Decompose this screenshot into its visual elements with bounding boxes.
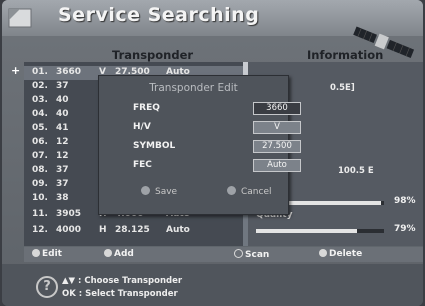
help-text-select: OK : Select Transponder [62,289,178,299]
quality-value: 79% [394,224,416,234]
row-number: 10. [32,193,48,203]
row-frequency: 37 [56,179,69,189]
row-number: 09. [32,179,48,189]
delete-key[interactable]: Delete [319,249,362,259]
hv-label: H/V [133,122,151,132]
quality-bar [256,229,384,233]
row-number: 01. [32,67,48,77]
cancel-key-icon [227,186,236,195]
scan-key-label: Scan [245,250,270,260]
function-key-legend: Edit Add Scan Delete [24,247,423,262]
save-key-icon [141,186,150,195]
freq-label: FREQ [133,103,160,113]
row-number: 12. [32,225,48,235]
row-number: 02. [32,81,48,91]
edit-key-label: Edit [42,249,62,259]
add-key-label: Add [114,249,134,259]
symbol-rate-input[interactable]: 27.500 [253,140,301,153]
add-key[interactable]: Add [104,249,134,259]
row-number: 11. [32,209,48,219]
dialog-title: Transponder Edit [149,82,238,94]
row-fec: Auto [166,225,190,235]
quality-fill [256,229,358,233]
page-title: Service Searching [58,4,260,26]
fec-label: FEC [133,160,152,170]
folder-corner-icon [8,8,32,28]
row-frequency: 3660 [56,67,82,77]
polarization-select[interactable]: V [253,121,301,134]
row-frequency: 40 [56,95,69,105]
help-text-choose: ▲▼ : Choose Transponder [62,276,183,286]
current-row-marker: + [11,64,21,77]
cancel-button-label: Cancel [241,187,272,197]
blue-key-icon [319,249,327,257]
freq-input[interactable]: 3660 [253,102,301,115]
save-button-label: Save [155,187,178,197]
signal-strength-value: 98% [394,196,416,206]
help-question-icon: ? [36,276,58,298]
orbital-position-text: 100.5 E [338,166,374,176]
row-frequency: 4000 [56,225,82,235]
row-frequency: 38 [56,193,69,203]
row-number: 05. [32,123,48,133]
edit-key[interactable]: Edit [32,249,62,259]
green-key-icon [104,249,112,257]
fec-select[interactable]: Auto [253,159,301,172]
column-header-transponder: Transponder [112,48,194,62]
row-frequency: 37 [56,81,69,91]
row-number: 04. [32,109,48,119]
row-frequency: 41 [56,123,69,133]
column-header-information: Information [307,48,384,62]
red-key-icon [32,249,40,257]
satellite-position-text: 0.5E] [330,83,355,93]
transponder-row[interactable]: 12. 4000 H 28.125 Auto [24,224,244,238]
save-button[interactable]: Save [141,186,177,197]
transponder-edit-dialog: Transponder Edit FREQ 3660 H/V V SYMBOL … [98,75,301,215]
yellow-key-icon [234,249,243,258]
delete-key-label: Delete [329,249,363,259]
row-frequency: 40 [56,109,69,119]
scan-key[interactable]: Scan [234,249,269,260]
cancel-button[interactable]: Cancel [227,186,272,197]
tv-screen: Service Searching Transponder Informatio… [2,0,423,306]
row-number: 03. [32,95,48,105]
row-symbol-rate: 28.125 [115,225,150,235]
symbol-label: SYMBOL [133,141,176,151]
row-frequency: 12 [56,137,69,147]
row-number: 06. [32,137,48,147]
row-polarization: H [99,225,107,235]
row-number: 07. [32,151,48,161]
row-frequency: 3905 [56,209,82,219]
row-frequency: 12 [56,151,69,161]
row-number: 08. [32,165,48,175]
row-frequency: 37 [56,165,69,175]
